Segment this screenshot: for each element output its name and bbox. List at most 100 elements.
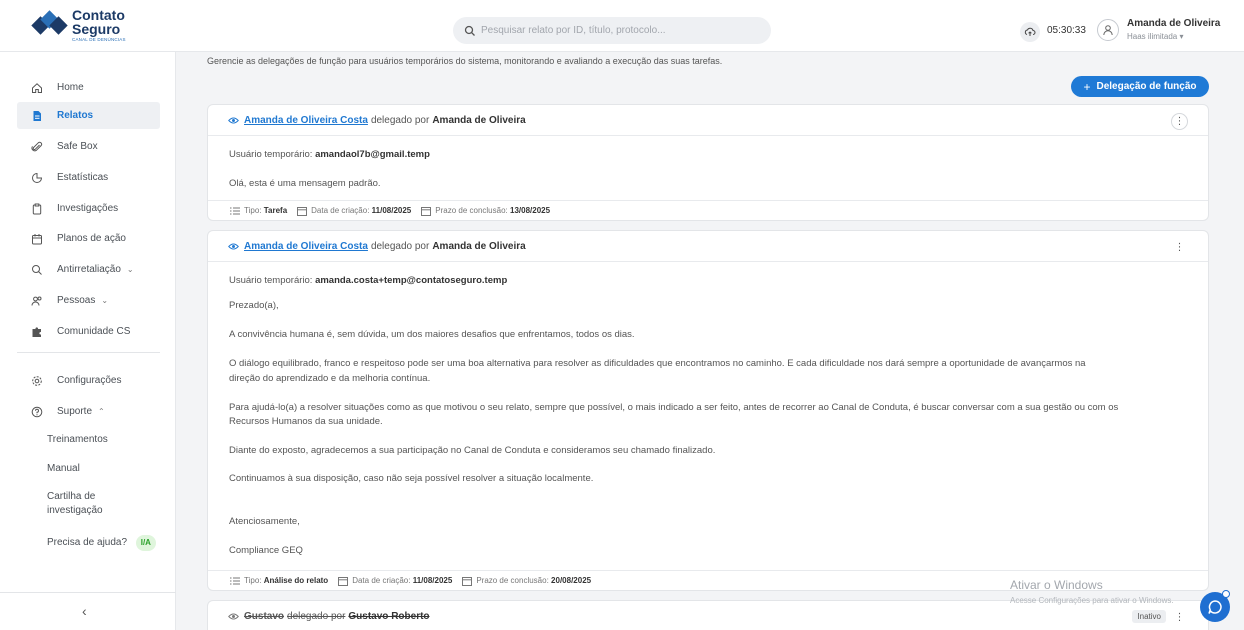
delegated-by-name: Gustavo Roberto xyxy=(348,611,430,622)
pie-chart-icon xyxy=(30,171,44,185)
search-input[interactable] xyxy=(481,25,761,36)
list-icon xyxy=(230,577,240,584)
status-badge: Inativo xyxy=(1132,610,1166,623)
search-icon xyxy=(464,25,475,36)
card-body: Usuário temporário: amanda.costa+temp@co… xyxy=(208,262,1208,570)
sidebar-item-label: Relatos xyxy=(57,110,94,121)
chat-bubble-icon xyxy=(1208,600,1222,614)
clipboard-icon xyxy=(30,202,44,216)
delegated-by-name: Amanda de Oliveira xyxy=(432,114,526,126)
sidebar-item-investigacoes[interactable]: Investigações xyxy=(17,195,160,222)
sidebar-item-configuracoes[interactable]: Configurações xyxy=(17,367,160,394)
temp-user-line: Usuário temporário: amandaol7b@gmail.tem… xyxy=(229,148,1187,162)
message-line: Continuamos à sua disposição, caso não s… xyxy=(229,473,594,484)
collapse-sidebar-button[interactable]: ‹ xyxy=(82,603,87,619)
puzzle-icon xyxy=(30,325,44,339)
delegation-card: Amanda de Oliveira Costa delegado por Am… xyxy=(207,104,1209,221)
calendar-icon xyxy=(297,206,308,216)
sidebar-item-home[interactable]: Home xyxy=(17,74,160,101)
message-line: Diante do exposto, agradecemos a sua par… xyxy=(229,445,716,456)
sidebar-item-label: Safe Box xyxy=(57,141,98,152)
sidebar-item-antirretaliacao[interactable]: Antirretaliação ⌄ xyxy=(17,256,160,283)
more-options-button[interactable]: ⋮ xyxy=(1171,609,1188,626)
sync-button[interactable] xyxy=(1020,22,1040,42)
avatar[interactable] xyxy=(1097,19,1119,41)
ai-badge: I/A xyxy=(135,535,156,551)
message-line: Para ajudá-lo(a) a resolver situações co… xyxy=(229,402,1119,413)
sidebar-divider xyxy=(17,352,160,353)
logo[interactable]: Contato Seguro CANAL DE DENÚNCIAS xyxy=(31,7,126,43)
sidebar-subitem-label: investigação xyxy=(47,505,103,516)
help-circle-icon xyxy=(30,405,44,419)
chevron-down-icon: ⌄ xyxy=(126,265,134,274)
message-line: Prezado(a), xyxy=(229,300,279,311)
list-icon xyxy=(230,207,240,214)
eye-icon xyxy=(228,613,239,620)
calendar-icon xyxy=(462,576,473,586)
eye-icon xyxy=(228,243,239,249)
message-line: Olá, esta é uma mensagem padrão. xyxy=(229,178,381,189)
more-options-button[interactable]: ⋮ xyxy=(1171,239,1188,256)
delegate-user-link[interactable]: Amanda de Oliveira Costa xyxy=(244,115,368,126)
sidebar-item-safe-box[interactable]: Safe Box xyxy=(17,133,160,160)
temp-user-value: amanda.costa+temp@contatoseguro.temp xyxy=(315,275,508,286)
chevron-up-icon: ⌃ xyxy=(98,407,105,416)
temp-user-label: Usuário temporário: xyxy=(229,149,313,160)
sidebar-item-label: Suporte xyxy=(57,406,93,417)
sidebar-item-suporte[interactable]: Suporte ⌃ xyxy=(17,398,160,425)
sidebar-subitem-precisa-de-ajuda[interactable]: Precisa de ajuda? I/A xyxy=(47,535,156,551)
created-meta: Data de criação: 11/08/2025 xyxy=(338,576,452,586)
calendar-icon xyxy=(30,232,44,246)
page-description: Gerencie as delegações de função para us… xyxy=(207,56,723,66)
search-icon xyxy=(30,263,44,277)
company-selector[interactable]: Haas ilimitada ▾ xyxy=(1127,32,1183,41)
due-meta: Prazo de conclusão: 20/08/2025 xyxy=(462,576,591,586)
sidebar-subitem-manual[interactable]: Manual xyxy=(47,462,80,476)
chevron-down-icon: ⌄ xyxy=(101,296,109,305)
eye-icon xyxy=(228,117,239,123)
sidebar-divider xyxy=(0,592,176,593)
sidebar-item-label: Estatísticas xyxy=(57,172,109,183)
due-value: 20/08/2025 xyxy=(551,576,592,585)
sidebar-item-relatos[interactable]: Relatos xyxy=(17,102,160,129)
session-clock: 05:30:33 xyxy=(1047,25,1086,36)
logo-text: Contato xyxy=(72,7,125,23)
temp-user-line: Usuário temporário: amanda.costa+temp@co… xyxy=(229,274,507,288)
sidebar-item-label: Configurações xyxy=(57,375,122,386)
type-value: Tarefa xyxy=(263,206,288,215)
sidebar-item-pessoas[interactable]: Pessoas ⌄ xyxy=(17,287,160,314)
message-line: A convivência humana é, sem dúvida, um d… xyxy=(229,329,635,340)
sidebar-item-comunidade-cs[interactable]: Comunidade CS xyxy=(17,318,160,345)
user-name[interactable]: Amanda de Oliveira xyxy=(1127,18,1220,29)
home-icon xyxy=(30,81,44,95)
sidebar-item-label: Planos de ação xyxy=(57,233,126,244)
delegated-by-text: delegado por xyxy=(370,240,430,252)
notification-dot xyxy=(1222,590,1230,598)
type-meta: Tipo: Tarefa xyxy=(230,206,287,216)
calendar-icon xyxy=(338,576,349,586)
sidebar-subitem-treinamentos[interactable]: Treinamentos xyxy=(47,433,108,447)
sidebar-subitem-cartilha[interactable]: Cartilha de investigação xyxy=(47,490,103,518)
logo-tagline: CANAL DE DENÚNCIAS xyxy=(72,37,126,42)
sidebar-subitem-label: Cartilha de xyxy=(47,491,96,502)
message-line: Atenciosamente, xyxy=(229,516,300,527)
search-bar[interactable] xyxy=(453,17,771,44)
created-meta: Data de criação: 11/08/2025 xyxy=(297,206,411,216)
created-label: Data de criação: xyxy=(311,206,370,215)
sidebar-item-label: Investigações xyxy=(57,203,119,214)
sidebar-item-estatisticas[interactable]: Estatísticas xyxy=(17,164,160,191)
sidebar-item-planos-de-acao[interactable]: Planos de ação xyxy=(17,225,160,252)
cloud-sync-icon xyxy=(1024,27,1036,36)
windows-activation-watermark: Ativar o Windows xyxy=(1010,578,1103,592)
delegate-user-link[interactable]: Amanda de Oliveira Costa xyxy=(244,241,368,252)
sidebar: Home Relatos Safe Box Estatísticas Inves… xyxy=(0,52,176,630)
delegation-card: Amanda de Oliveira Costa delegado por Am… xyxy=(207,230,1209,591)
more-options-button[interactable]: ⋮ xyxy=(1171,113,1188,130)
card-footer: Tipo: Tarefa Data de criação: 11/08/2025… xyxy=(208,200,1208,220)
add-delegation-button[interactable]: + Delegação de função xyxy=(1071,76,1209,97)
temp-user-label: Usuário temporário: xyxy=(229,275,313,286)
plus-icon: + xyxy=(1083,79,1091,94)
delegate-user-link[interactable]: Gustavo xyxy=(244,611,284,622)
people-icon xyxy=(30,294,44,308)
delegated-by-name: Amanda de Oliveira xyxy=(432,240,526,252)
